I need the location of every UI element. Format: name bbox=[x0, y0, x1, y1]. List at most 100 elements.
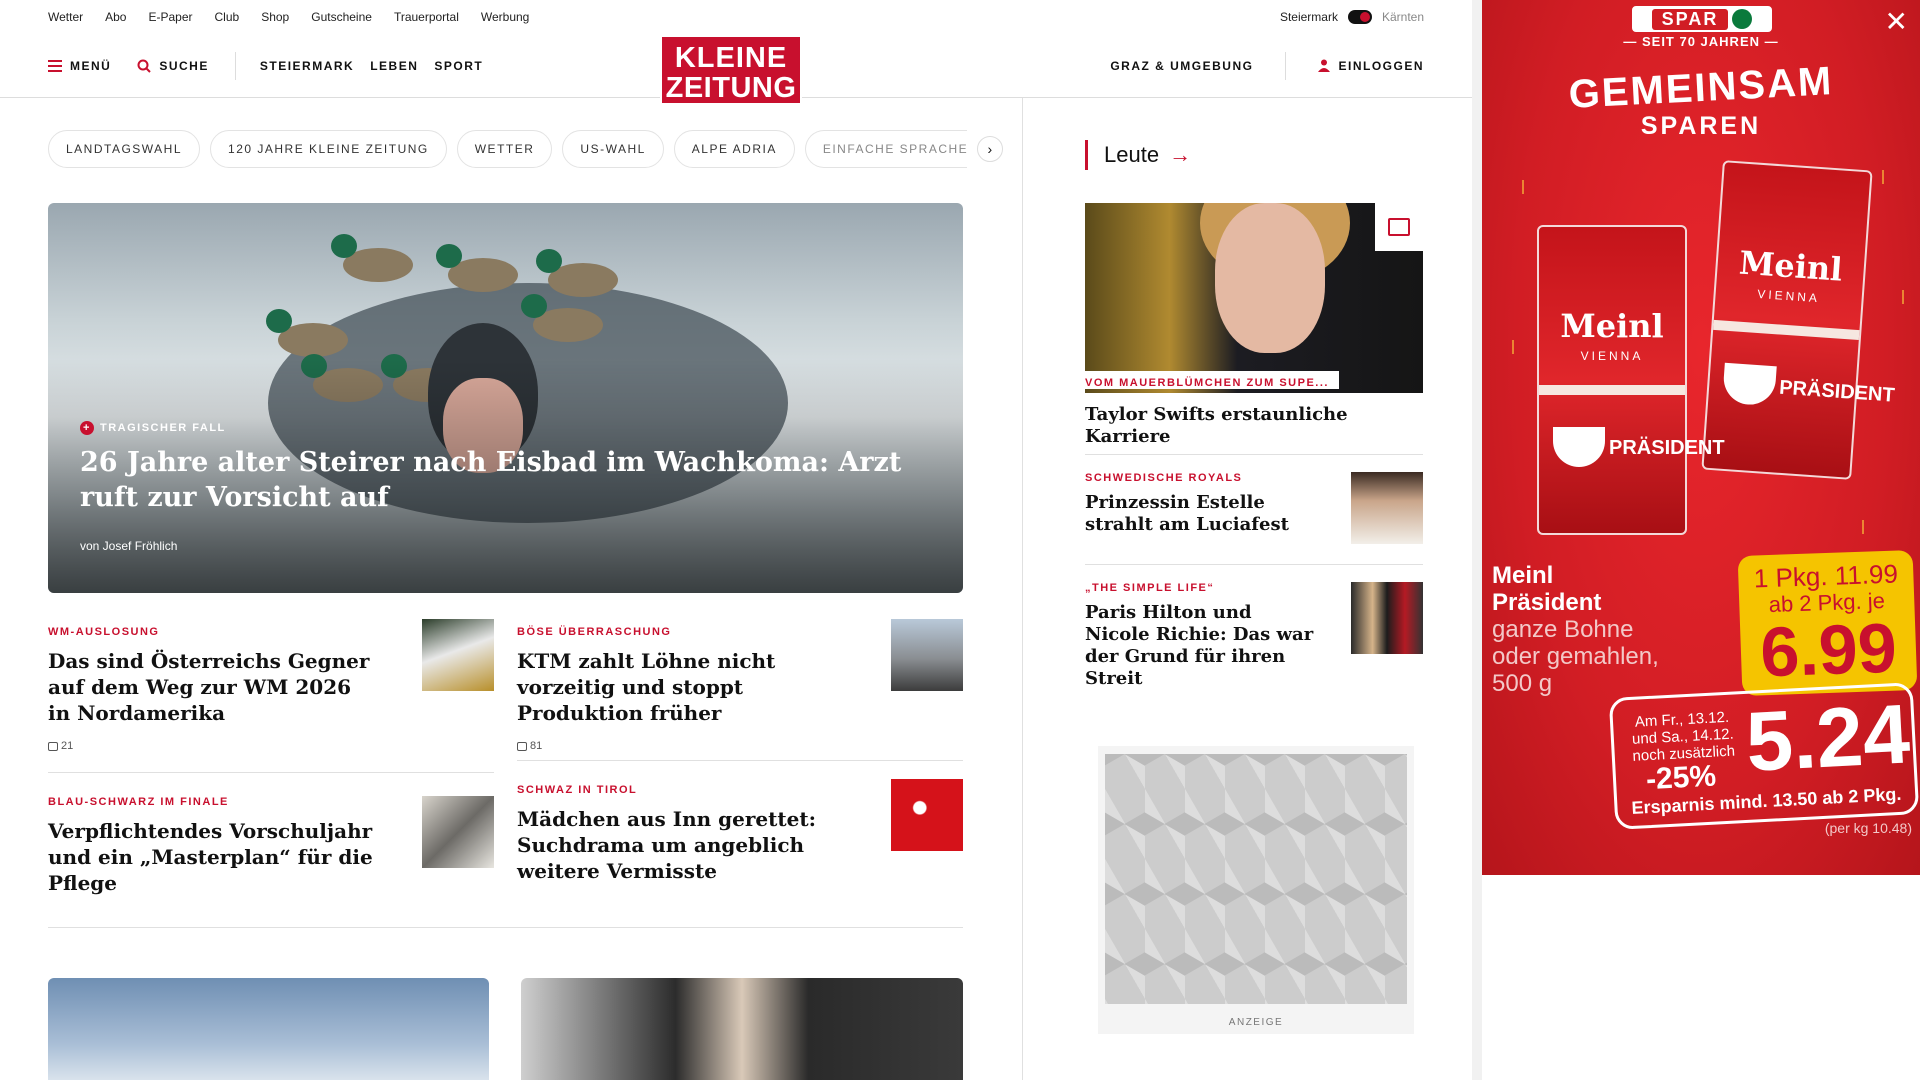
article-headline[interactable]: Verpflichtendes Vorschuljahr und ein „Ma… bbox=[48, 818, 378, 896]
logo-line1: KLEINE bbox=[674, 42, 788, 74]
image-face bbox=[1215, 203, 1325, 353]
region-inactive[interactable]: Kärnten bbox=[1382, 10, 1424, 24]
link-gutscheine[interactable]: Gutscheine bbox=[311, 10, 372, 24]
sidebar-article-headline[interactable]: Paris Hilton und Nicole Richie: Das war … bbox=[1085, 602, 1320, 690]
price-badge-extra: Am Fr., 13.12. und Sa., 14.12. noch zusä… bbox=[1608, 682, 1920, 830]
sidebar-article-headline[interactable]: Prinzessin Estelle strahlt am Luciafest bbox=[1085, 492, 1320, 536]
page-edge bbox=[1472, 0, 1482, 1080]
sidebar-hero-kicker: VOM MAUERBLÜMCHEN ZUM SUPE... bbox=[1085, 371, 1339, 389]
gallery-icon bbox=[1375, 203, 1423, 251]
login-button[interactable]: EINLOGGEN bbox=[1318, 59, 1424, 73]
ad-placeholder-pattern bbox=[1105, 754, 1407, 1004]
nav-steiermark[interactable]: STEIERMARK bbox=[260, 59, 354, 73]
sidebar-article[interactable]: „THE SIMPLE LIFE“ Paris Hilton und Nicol… bbox=[1085, 582, 1423, 690]
divider bbox=[1085, 454, 1423, 455]
nav-sport[interactable]: SPORT bbox=[434, 59, 483, 73]
plus-icon: + bbox=[80, 421, 94, 435]
link-trauerportal[interactable]: Trauerportal bbox=[394, 10, 459, 24]
article-image-mountains[interactable] bbox=[48, 978, 489, 1080]
main-navigation: MENÜ SUCHE STEIERMARK LEBEN SPORT GRAZ &… bbox=[0, 34, 1472, 105]
ad-product-name: Meinl bbox=[1492, 562, 1554, 589]
article-headline[interactable]: KTM zahlt Löhne nicht vorzeitig und stop… bbox=[517, 648, 847, 726]
comment-count[interactable]: 21 bbox=[48, 740, 494, 752]
chip-einfache-sprache[interactable]: EINFACHE SPRACHE bbox=[804, 130, 967, 168]
hero-article[interactable]: + TRAGISCHER FALL 26 Jahre alter Steirer… bbox=[48, 203, 963, 593]
search-button[interactable]: SUCHE bbox=[137, 59, 209, 73]
divider bbox=[48, 927, 963, 928]
sidebar-article-thumbnail[interactable] bbox=[1351, 472, 1423, 544]
extra-price: 5.24 bbox=[1743, 686, 1912, 789]
hero-text: + TRAGISCHER FALL 26 Jahre alter Steirer… bbox=[80, 421, 963, 553]
search-icon bbox=[137, 59, 152, 73]
article-card[interactable]: BLAU-SCHWARZ IM FINALE Verpflichtendes V… bbox=[48, 796, 494, 896]
sidebar-article-thumbnail[interactable] bbox=[1351, 582, 1423, 654]
sidebar-hero-image[interactable] bbox=[1085, 203, 1423, 393]
article-thumbnail[interactable] bbox=[422, 619, 494, 691]
nav-divider-right bbox=[1285, 51, 1287, 80]
extra-percent: -25% bbox=[1645, 759, 1717, 797]
divider bbox=[1085, 564, 1423, 565]
spark bbox=[1902, 290, 1904, 304]
article-headline[interactable]: Das sind Österreichs Gegner auf dem Weg … bbox=[48, 648, 378, 726]
utility-links: Wetter Abo E-Paper Club Shop Gutscheine … bbox=[48, 10, 529, 24]
article-card[interactable]: BÖSE ÜBERRASCHUNG KTM zahlt Löhne nicht … bbox=[517, 619, 963, 752]
divider bbox=[517, 760, 963, 761]
spar-tree-icon bbox=[1732, 9, 1753, 29]
hero-headline[interactable]: 26 Jahre alter Steirer nach Eisbad im Wa… bbox=[80, 445, 963, 515]
logo-line2: ZEITUNG bbox=[665, 72, 797, 104]
spar-logo-text: SPAR bbox=[1651, 8, 1729, 30]
comment-count[interactable]: 81 bbox=[517, 740, 963, 752]
spark bbox=[1862, 520, 1864, 534]
section-title-leute[interactable]: Leute → bbox=[1085, 140, 1191, 170]
link-wetter[interactable]: Wetter bbox=[48, 10, 83, 24]
chip-landtagswahl[interactable]: LANDTAGSWAHL bbox=[48, 130, 201, 168]
pack-stripe bbox=[1713, 319, 1860, 341]
hamburger-icon bbox=[48, 59, 62, 72]
pack-name: PRÄSIDENT bbox=[1778, 376, 1896, 407]
comment-icon bbox=[517, 741, 527, 751]
chips-next-arrow-icon[interactable]: › bbox=[976, 136, 1003, 162]
extra-date: Am Fr., 13.12. und Sa., 14.12. noch zusä… bbox=[1631, 708, 1736, 765]
hero-kicker-label: TRAGISCHER FALL bbox=[100, 422, 226, 434]
sidebar-hero-headline[interactable]: Taylor Swifts erstaunliche Karriere bbox=[1085, 404, 1423, 448]
pack-brand: Meinl bbox=[1560, 307, 1664, 345]
ad-desc-1: ganze Bohne bbox=[1492, 616, 1634, 643]
section-title-label: Leute bbox=[1104, 142, 1160, 167]
menu-label: MENÜ bbox=[70, 58, 112, 73]
hero-kicker: + TRAGISCHER FALL bbox=[80, 421, 963, 435]
chip-us-wahl[interactable]: US-WAHL bbox=[562, 130, 664, 168]
article-card[interactable]: SCHWAZ IN TIROL Mädchen aus Inn gerettet… bbox=[517, 779, 963, 884]
article-image-man[interactable] bbox=[521, 978, 963, 1080]
ad-headline-2: SPAREN bbox=[1640, 112, 1762, 140]
sidebar-article[interactable]: SCHWEDISCHE ROYALS Prinzessin Estelle st… bbox=[1085, 472, 1423, 544]
spark bbox=[1512, 340, 1514, 354]
article-thumbnail[interactable] bbox=[422, 796, 494, 868]
topic-chips: LANDTAGSWAHL 120 JAHRE KLEINE ZEITUNG WE… bbox=[48, 130, 1003, 168]
spar-advertisement[interactable]: SPAR — SEIT 70 JAHREN — GEMEINSAM SPAREN… bbox=[1482, 0, 1920, 875]
article-headline[interactable]: Mädchen aus Inn gerettet: Suchdrama um a… bbox=[517, 806, 847, 884]
nav-leben[interactable]: LEBEN bbox=[370, 59, 418, 73]
ad-product-description: Meinl Präsident ganze Bohne oder gemahle… bbox=[1492, 562, 1659, 697]
search-label: SUCHE bbox=[159, 58, 209, 73]
kleine-zeitung-logo[interactable]: KLEINE ZEITUNG bbox=[660, 35, 802, 105]
user-icon bbox=[1318, 59, 1331, 72]
ad-placeholder[interactable]: ANZEIGE bbox=[1098, 746, 1414, 1034]
chip-120-jahre[interactable]: 120 JAHRE KLEINE ZEITUNG bbox=[210, 130, 447, 168]
menu-button[interactable]: MENÜ bbox=[48, 59, 111, 73]
article-thumbnail[interactable] bbox=[891, 779, 963, 851]
chip-alpe-adria[interactable]: ALPE ADRIA bbox=[673, 130, 795, 168]
link-shop[interactable]: Shop bbox=[261, 10, 289, 24]
link-club[interactable]: Club bbox=[215, 10, 240, 24]
chip-wetter[interactable]: WETTER bbox=[456, 130, 553, 168]
close-icon[interactable]: ✕ bbox=[1885, 8, 1908, 36]
login-label: EINLOGGEN bbox=[1338, 58, 1424, 73]
article-thumbnail[interactable] bbox=[891, 619, 963, 691]
coffee-cup-icon bbox=[1722, 362, 1777, 407]
link-abo[interactable]: Abo bbox=[105, 10, 126, 24]
link-werbung[interactable]: Werbung bbox=[481, 10, 529, 24]
region-active[interactable]: Steiermark bbox=[1280, 10, 1338, 24]
link-epaper[interactable]: E-Paper bbox=[148, 10, 192, 24]
article-card[interactable]: WM-AUSLOSUNG Das sind Österreichs Gegner… bbox=[48, 619, 494, 752]
region-toggle[interactable] bbox=[1347, 10, 1372, 24]
nav-graz-umgebung[interactable]: GRAZ & UMGEBUNG bbox=[1110, 59, 1253, 73]
